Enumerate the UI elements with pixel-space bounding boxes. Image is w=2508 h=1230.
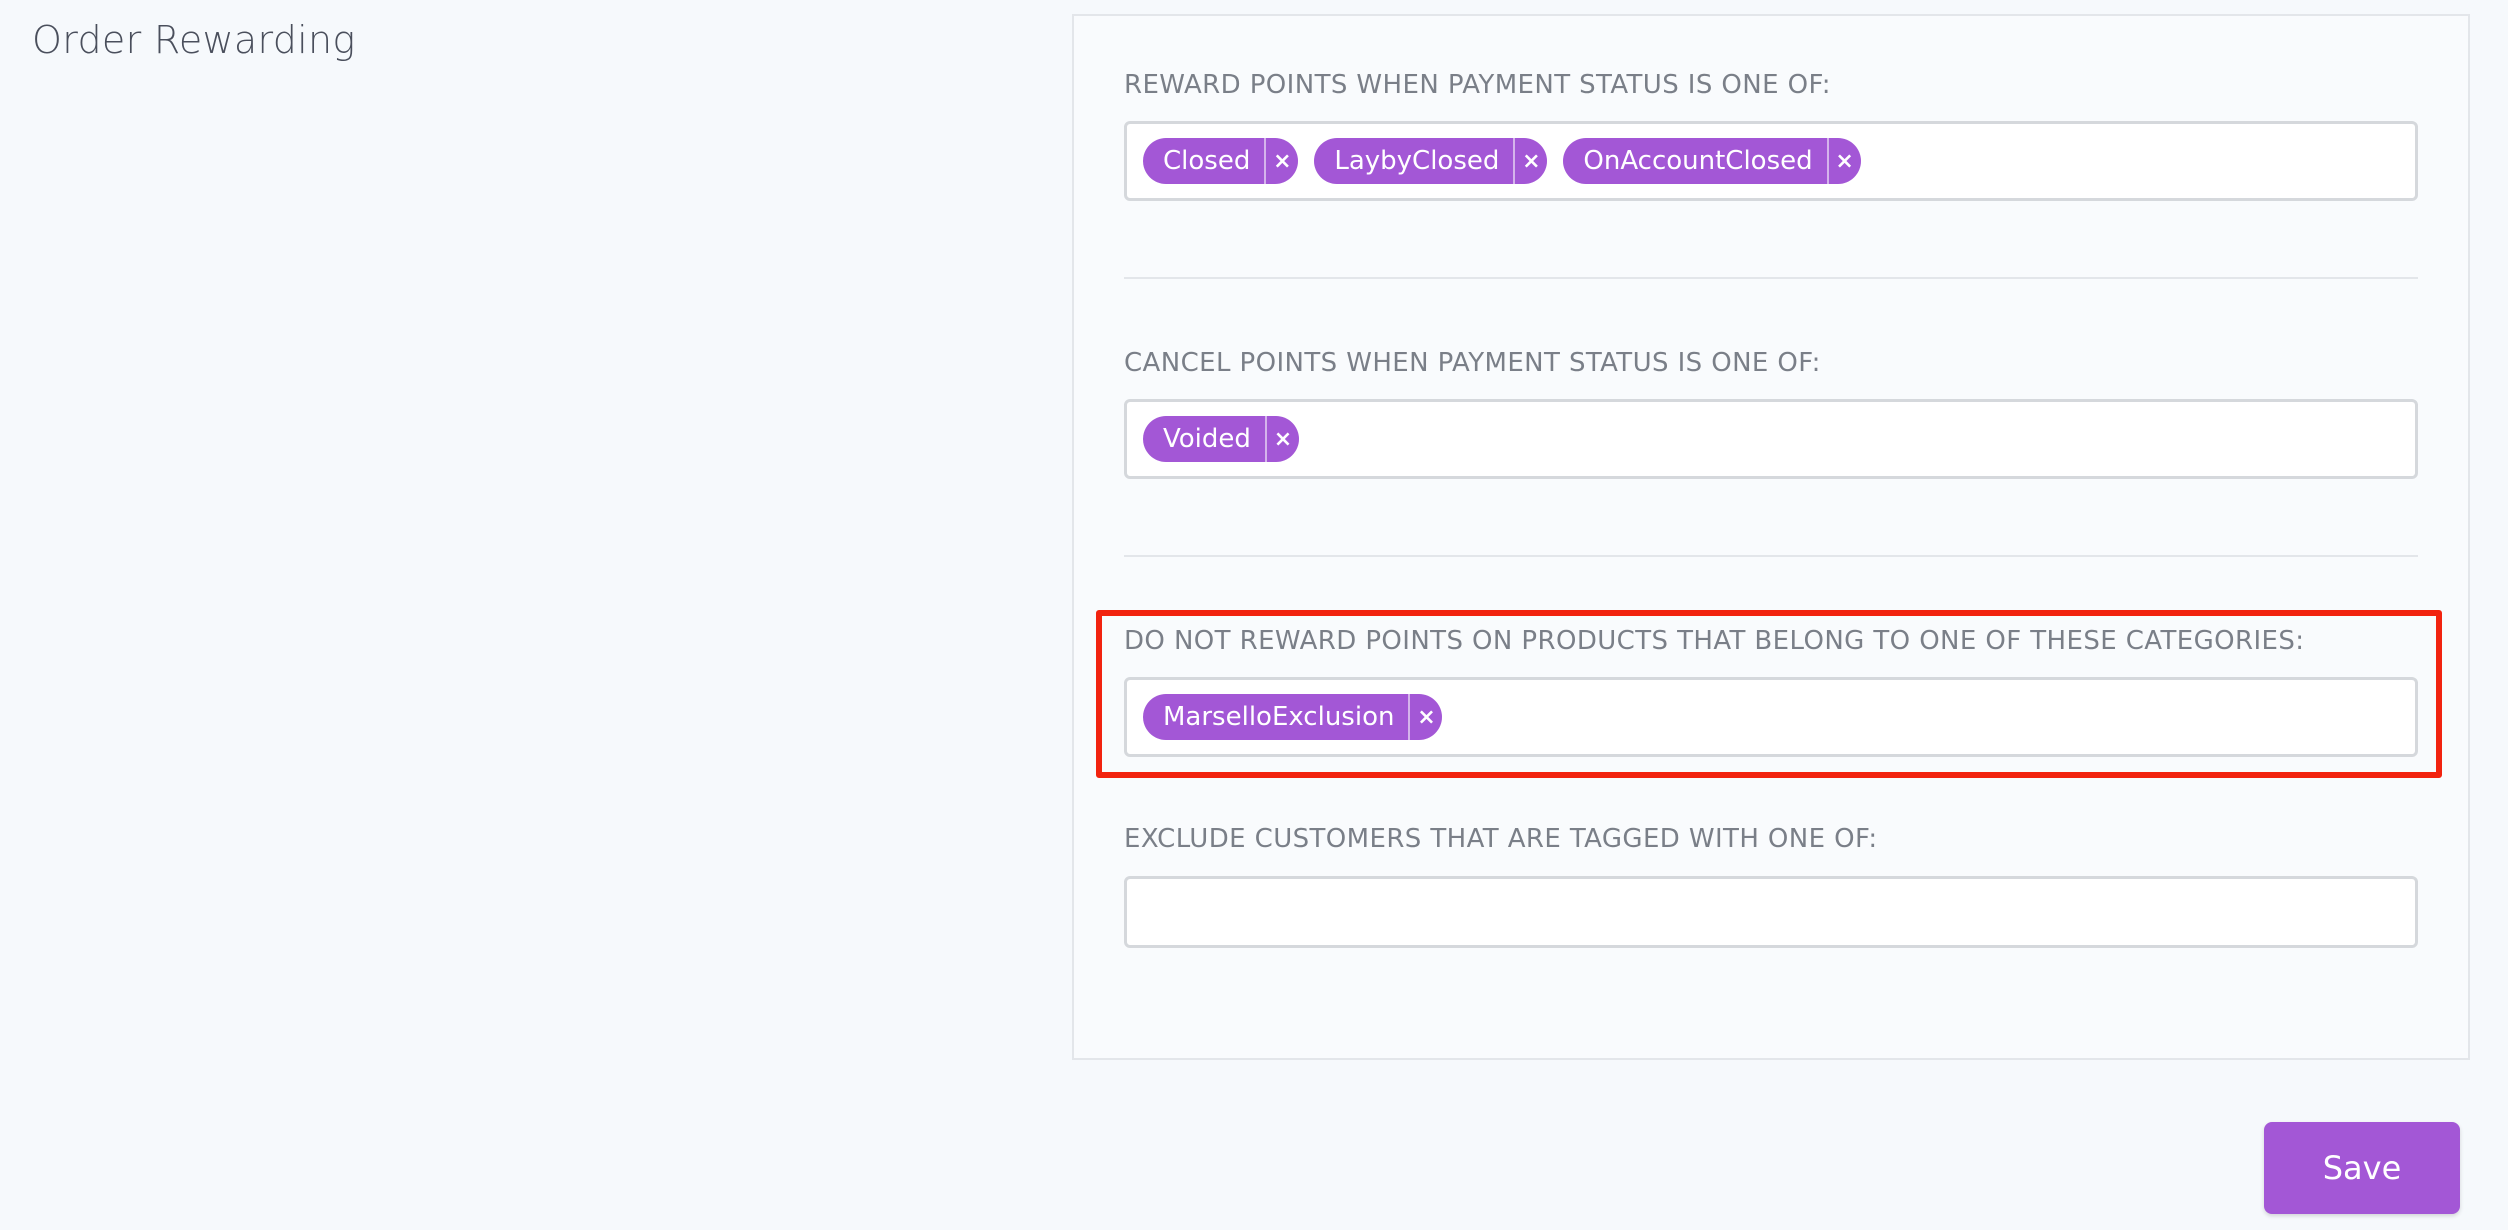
- cancel-status-label: CANCEL POINTS WHEN PAYMENT STATUS IS ONE…: [1124, 348, 1821, 378]
- tag-marselloexclusion: MarselloExclusion ×: [1143, 694, 1443, 740]
- reward-status-tags: Closed × LaybyClosed × OnAccountClosed ×: [1143, 124, 1861, 198]
- remove-tag-icon[interactable]: ×: [1826, 138, 1861, 184]
- excluded-customers-label: EXCLUDE CUSTOMERS THAT ARE TAGGED WITH O…: [1124, 824, 1878, 854]
- tag-label: LaybyClosed: [1334, 146, 1500, 176]
- excluded-customers-input[interactable]: [1124, 876, 2418, 948]
- tag-label: Voided: [1163, 424, 1251, 454]
- tag-label: MarselloExclusion: [1163, 702, 1395, 732]
- tag-label: OnAccountClosed: [1583, 146, 1813, 176]
- save-button[interactable]: Save: [2264, 1122, 2460, 1214]
- remove-tag-icon[interactable]: ×: [1408, 694, 1442, 740]
- section-divider: [1124, 277, 2418, 279]
- reward-status-label: REWARD POINTS WHEN PAYMENT STATUS IS ONE…: [1124, 70, 1831, 100]
- tag-voided: Voided ×: [1143, 416, 1299, 462]
- tag-label: Closed: [1163, 146, 1251, 176]
- tag-closed: Closed ×: [1143, 138, 1299, 184]
- reward-status-input[interactable]: Closed × LaybyClosed × OnAccountClosed ×: [1124, 121, 2418, 201]
- excluded-categories-input[interactable]: MarselloExclusion ×: [1124, 677, 2418, 757]
- excluded-categories-tags: MarselloExclusion ×: [1143, 680, 1443, 754]
- remove-tag-icon[interactable]: ×: [1264, 416, 1299, 462]
- cancel-status-input[interactable]: Voided ×: [1124, 399, 2418, 479]
- tag-laybyclosed: LaybyClosed ×: [1314, 138, 1548, 184]
- page-title: Order Rewarding: [32, 18, 356, 62]
- section-divider: [1124, 555, 2418, 557]
- cancel-status-tags: Voided ×: [1143, 402, 1299, 476]
- excluded-categories-label: DO NOT REWARD POINTS ON PRODUCTS THAT BE…: [1124, 626, 2305, 656]
- remove-tag-icon[interactable]: ×: [1513, 138, 1547, 184]
- tag-onaccountclosed: OnAccountClosed ×: [1563, 138, 1861, 184]
- remove-tag-icon[interactable]: ×: [1264, 138, 1298, 184]
